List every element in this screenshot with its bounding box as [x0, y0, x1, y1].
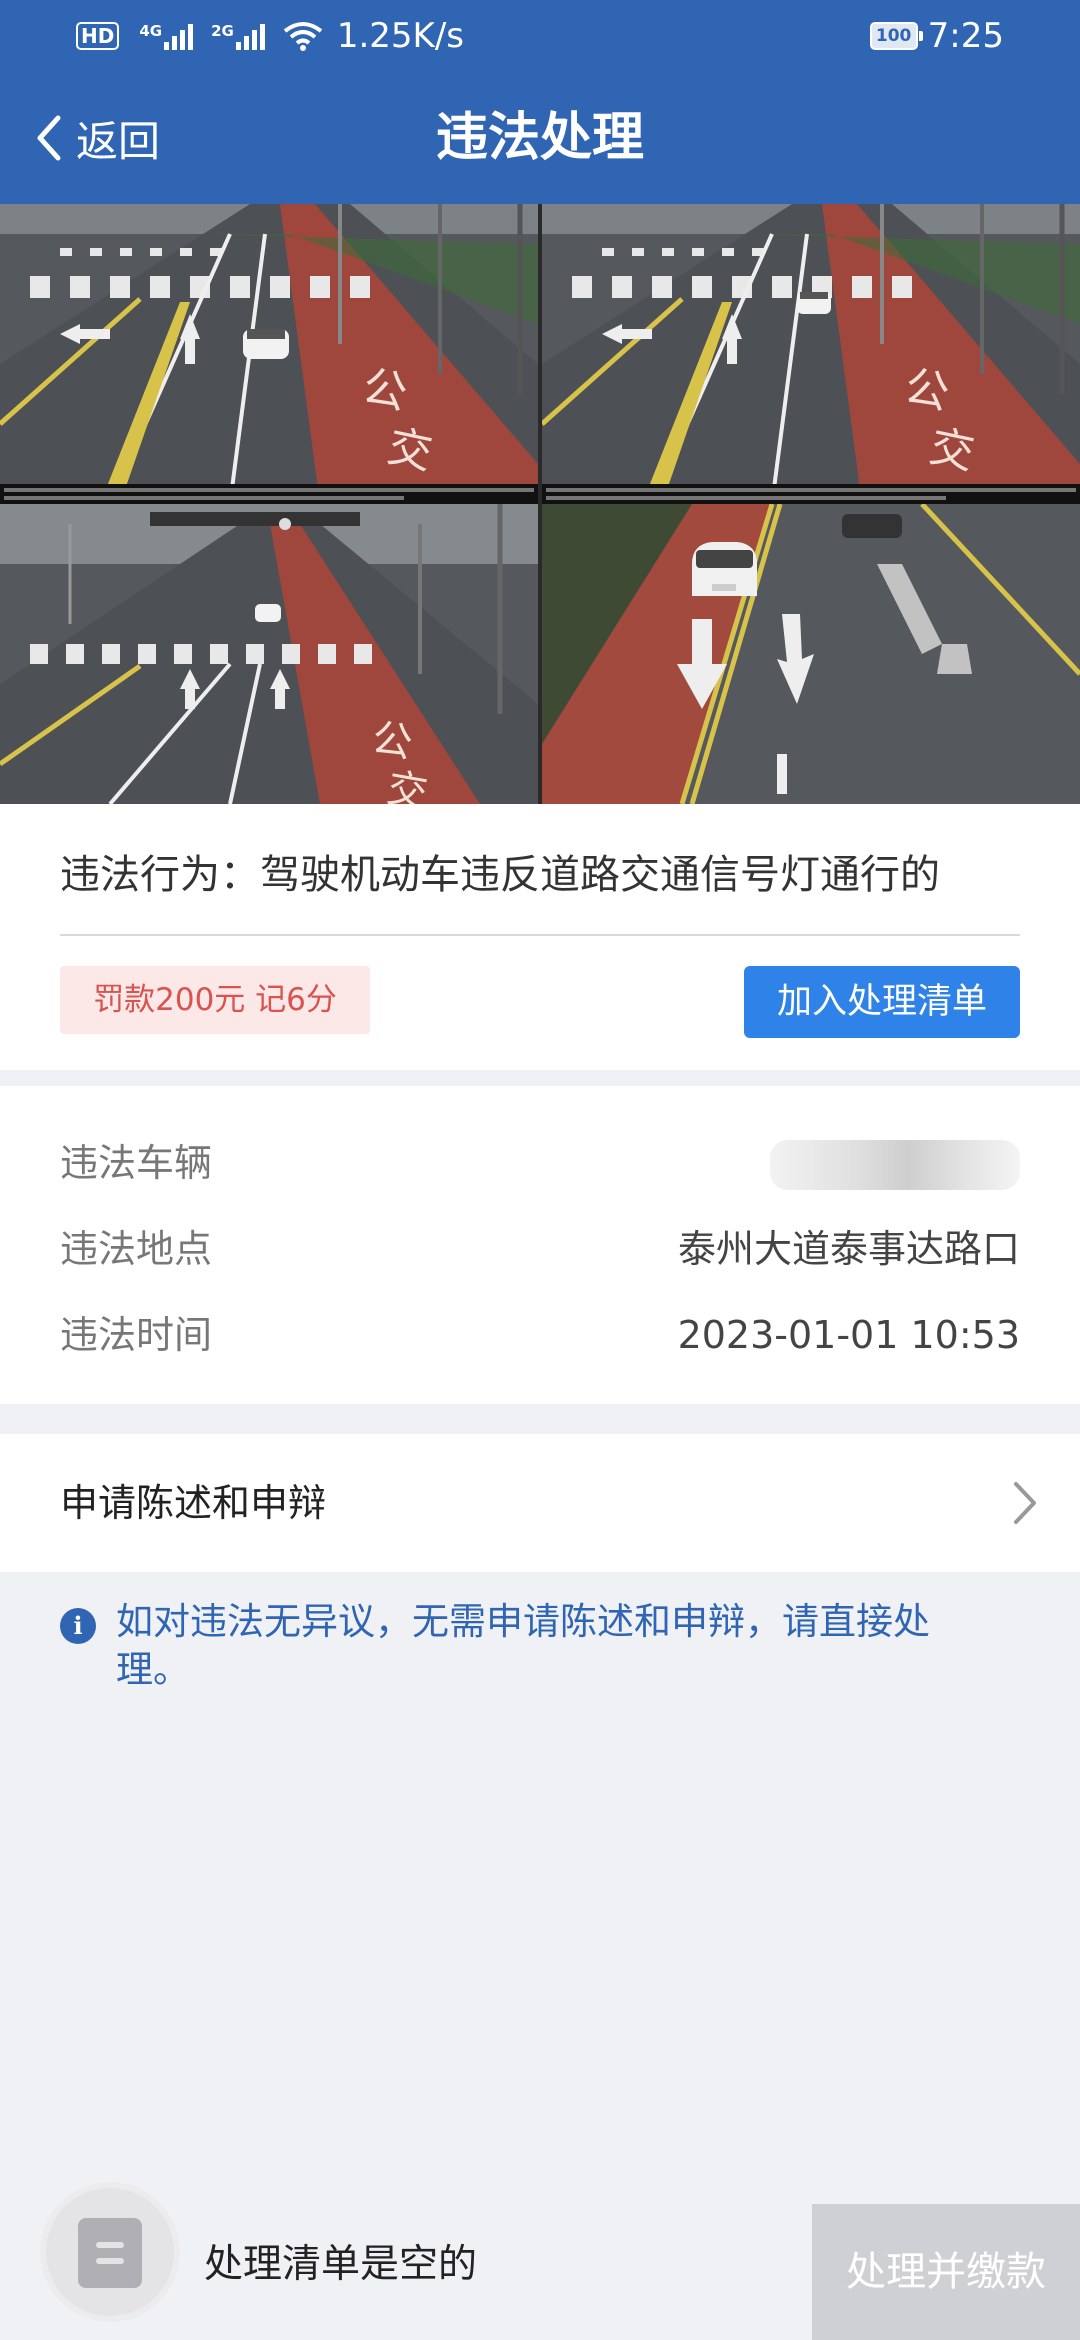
svg-text:公: 公: [369, 715, 416, 767]
list-empty-text: 处理清单是空的: [204, 2242, 478, 2287]
violation-details: 违法车辆 违法地点 泰州大道泰事达路口 违法时间 2023-01-01 10:5…: [0, 1086, 1080, 1404]
hd-indicator: HD: [76, 22, 120, 50]
list-button[interactable]: [46, 2188, 174, 2316]
violation-card: 违法行为：驾驶机动车违反道路交通信号灯通行的 罚款200元 记6分 加入处理清单: [0, 804, 1080, 1070]
battery-icon: 100: [869, 22, 923, 50]
chevron-right-icon: [1014, 1482, 1036, 1524]
clock: 7:25: [927, 16, 1004, 56]
location-label: 违法地点: [60, 1227, 213, 1271]
status-left: HD 4G 2G 1.25K/s: [76, 14, 464, 58]
penalty-badge: 罚款200元 记6分: [60, 966, 370, 1034]
evidence-photo-1[interactable]: 公 交: [0, 204, 538, 504]
evidence-photo-4[interactable]: [542, 504, 1080, 804]
info-icon: i: [60, 1608, 96, 1644]
evidence-photo-grid: 公 交 公 交 公 交: [0, 204, 1080, 804]
network-speed: 1.25K/s: [336, 16, 465, 56]
violation-behavior: 违法行为：驾驶机动车违反道路交通信号灯通行的: [60, 852, 940, 898]
detail-row-vehicle: 违法车辆: [60, 1128, 1020, 1198]
evidence-photo-3[interactable]: 公 交: [0, 504, 538, 804]
wifi-icon: [283, 22, 323, 51]
info-text: 如对违法无异议，无需申请陈述和申辩，请直接处理。: [116, 1600, 930, 1691]
network-type-2g: 2G: [211, 22, 234, 40]
process-and-pay-button[interactable]: 处理并缴款: [812, 2204, 1080, 2340]
list-icon: [78, 2218, 142, 2288]
add-to-list-button[interactable]: 加入处理清单: [744, 966, 1020, 1038]
signal-4g-icon: 4G: [139, 22, 194, 50]
vehicle-plate-redacted: [770, 1140, 1020, 1190]
app-bar: 返回 违法处理: [0, 72, 1080, 204]
detail-row-time: 违法时间 2023-01-01 10:53: [60, 1300, 1020, 1370]
network-type-4g: 4G: [139, 22, 163, 40]
svg-text:交: 交: [384, 765, 431, 804]
evidence-photo-2[interactable]: 公 交: [542, 204, 1080, 504]
info-notice: i 如对违法无异议，无需申请陈述和申辩，请直接处理。: [60, 1598, 1000, 1694]
page-title: 违法处理: [435, 108, 644, 168]
location-value: 泰州大道泰事达路口: [677, 1227, 1020, 1271]
vehicle-label: 违法车辆: [60, 1141, 213, 1185]
appeal-label: 申请陈述和申辩: [60, 1481, 327, 1525]
signal-2g-icon: 2G: [211, 22, 265, 50]
time-label: 违法时间: [60, 1313, 213, 1357]
appeal-row[interactable]: 申请陈述和申辩: [0, 1434, 1080, 1572]
detail-row-location: 违法地点 泰州大道泰事达路口: [60, 1214, 1020, 1284]
status-right: 100 7:25: [869, 14, 1004, 58]
bottom-bar: 处理清单是空的 处理并缴款: [0, 2188, 1080, 2340]
time-value: 2023-01-01 10:53: [677, 1313, 1020, 1357]
status-bar: HD 4G 2G 1.25K/s 100 7:25: [0, 0, 1080, 72]
divider: [60, 934, 1020, 936]
